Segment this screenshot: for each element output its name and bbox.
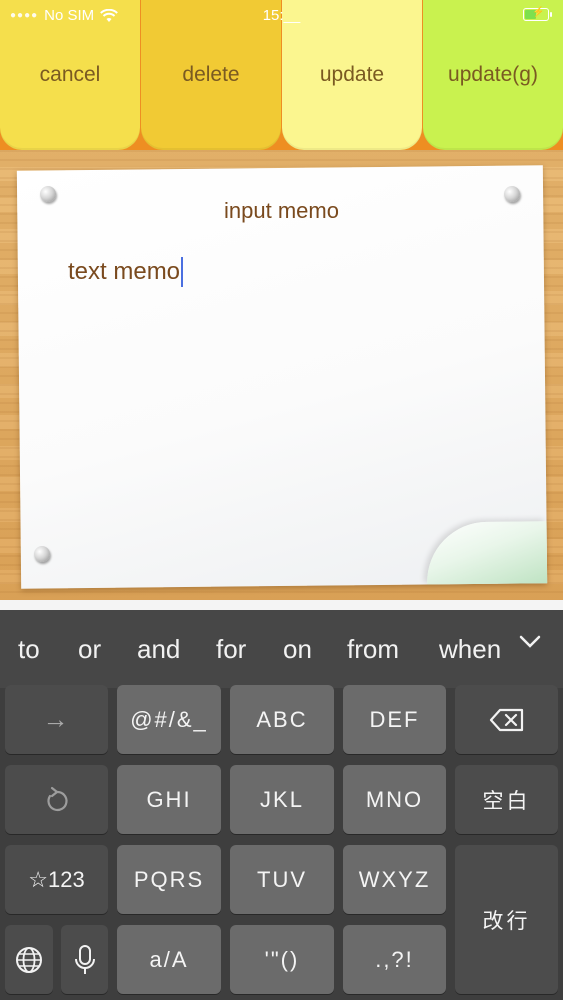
globe-icon [16,946,42,973]
key-label: JKL [260,786,304,812]
wxyz-key[interactable]: WXYZ [343,845,446,914]
pin-icon [34,546,50,562]
key-label: a/A [149,946,189,972]
key-label: 空白 [482,788,531,813]
status-bar: ●●●● No SIM 15:__ ⚡ [0,0,563,32]
key-label: '"() [264,946,300,972]
key-label: ☆123 [28,866,85,892]
chevron-down-icon[interactable] [517,632,543,652]
arrow-right-key[interactable]: → [5,685,108,754]
suggestion-item[interactable]: to [18,634,40,665]
tuv-key[interactable]: TUV [230,845,334,914]
battery-icon: ⚡ [523,7,552,21]
update-label: update [319,63,385,86]
key-label: 改行 [482,908,531,933]
key-label: GHI [146,786,192,812]
ghi-key[interactable]: GHI [117,765,221,834]
backspace-key[interactable] [455,685,558,754]
key-label: .,?! [375,946,414,972]
globe-key[interactable] [5,925,53,994]
suggestion-item[interactable]: for [216,634,246,665]
abc-key[interactable]: ABC [230,685,334,754]
suggestion-item[interactable]: from [347,634,399,665]
undo-icon [46,786,68,811]
key-label: TUV [257,866,307,892]
memo-title: input memo [224,198,339,223]
text-caret [181,257,184,287]
cancel-label: cancel [39,63,101,86]
mic-key[interactable] [61,925,108,994]
key-label: MNO [365,786,424,812]
jkl-key[interactable]: JKL [230,765,334,834]
memo-text-field[interactable]: text memo [68,257,184,287]
brackets-key[interactable]: '"() [230,925,334,994]
arrow-right-icon: → [42,704,71,734]
key-label: DEF [369,706,420,732]
def-key[interactable]: DEF [343,685,446,754]
status-time: 15:__ [262,7,301,24]
punctuation-key[interactable]: .,?! [343,925,446,994]
suggestion-item[interactable]: on [283,634,312,665]
undo-key[interactable] [5,765,108,834]
numbers-key[interactable]: ☆123 [5,845,108,914]
microphone-icon [74,944,95,974]
suggestion-item[interactable]: when [439,634,501,665]
memo-text: text memo [68,258,181,285]
backspace-icon [489,708,523,731]
pqrs-key[interactable]: PQRS [117,845,221,914]
case-toggle-key[interactable]: a/A [117,925,221,994]
suggestion-item[interactable]: or [78,634,101,665]
return-key[interactable]: 改行 [455,845,558,994]
delete-label: delete [182,63,240,86]
key-label: PQRS [133,866,205,892]
suggestion-item[interactable]: and [137,634,180,665]
symbols-key[interactable]: @#/&_ [117,685,221,754]
key-label: @#/&_ [130,706,208,732]
space-key[interactable]: 空白 [455,765,558,834]
key-label: WXYZ [358,866,431,892]
update-g-label: update(g) [448,63,538,86]
mno-key[interactable]: MNO [343,765,446,834]
keyboard-separator [0,600,563,610]
key-label: ABC [256,706,308,732]
page-curl [426,521,548,585]
memo-paper [16,165,548,589]
